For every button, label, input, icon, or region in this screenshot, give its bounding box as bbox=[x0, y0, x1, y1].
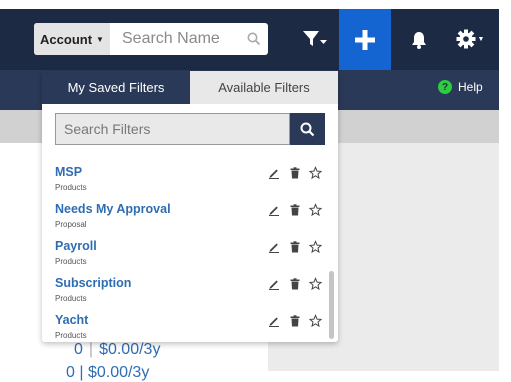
filter-name[interactable]: MSP bbox=[55, 165, 82, 179]
filter-name[interactable]: Subscription bbox=[55, 276, 131, 290]
saved-filters-dropdown: My Saved Filters Available Filters MSP P… bbox=[42, 71, 338, 342]
separator: | bbox=[88, 341, 94, 358]
star-icon[interactable] bbox=[309, 166, 322, 180]
caret-down-icon: ▼ bbox=[96, 34, 104, 44]
item-actions bbox=[267, 203, 322, 217]
trash-icon[interactable] bbox=[288, 314, 301, 328]
filter-name[interactable]: Needs My Approval bbox=[55, 202, 171, 216]
settings-button[interactable]: ▼ bbox=[452, 26, 488, 52]
search-icon bbox=[300, 122, 315, 136]
tab-available-filters[interactable]: Available Filters bbox=[190, 71, 338, 104]
summary-count[interactable]: 0 bbox=[74, 341, 83, 359]
filter-button[interactable] bbox=[300, 26, 330, 52]
item-actions bbox=[267, 166, 322, 180]
item-actions bbox=[267, 314, 322, 328]
edit-icon[interactable] bbox=[267, 277, 280, 291]
filter-type: Proposal bbox=[55, 220, 87, 229]
summary-row-partial: 0 | $0.00/3y bbox=[66, 364, 150, 381]
help-icon: ? bbox=[438, 80, 452, 94]
top-strip bbox=[0, 0, 511, 9]
list-item[interactable]: MSP Products bbox=[55, 163, 330, 200]
list-item[interactable]: Payroll Products bbox=[55, 237, 330, 274]
plus-icon bbox=[355, 29, 375, 50]
gear-icon bbox=[456, 29, 476, 49]
summary-row: 0 | $0.00/3y bbox=[74, 341, 160, 359]
filter-name[interactable]: Yacht bbox=[55, 313, 88, 327]
trash-icon[interactable] bbox=[288, 166, 301, 180]
filter-type: Products bbox=[55, 257, 87, 266]
star-icon[interactable] bbox=[309, 314, 322, 328]
bell-icon bbox=[412, 32, 426, 49]
summary-amount[interactable]: $0.00/3y bbox=[99, 341, 160, 359]
item-actions bbox=[267, 277, 322, 291]
edit-icon[interactable] bbox=[267, 166, 280, 180]
star-icon[interactable] bbox=[309, 203, 322, 217]
list-item[interactable]: Needs My Approval Proposal bbox=[55, 200, 330, 237]
filter-name[interactable]: Payroll bbox=[55, 239, 97, 253]
notifications-button[interactable] bbox=[406, 28, 432, 52]
help-label: Help bbox=[458, 80, 483, 94]
trash-icon[interactable] bbox=[288, 277, 301, 291]
edit-icon[interactable] bbox=[267, 314, 280, 328]
list-item[interactable]: Subscription Products bbox=[55, 274, 330, 311]
item-actions bbox=[267, 240, 322, 254]
filter-tabs: My Saved Filters Available Filters bbox=[42, 71, 338, 104]
search-name-input[interactable] bbox=[110, 23, 240, 55]
global-search: Account ▼ bbox=[34, 23, 268, 55]
trash-icon[interactable] bbox=[288, 240, 301, 254]
account-dropdown[interactable]: Account ▼ bbox=[34, 23, 110, 55]
tab-my-saved-filters[interactable]: My Saved Filters bbox=[42, 71, 190, 104]
edit-icon[interactable] bbox=[267, 240, 280, 254]
right-edge bbox=[499, 0, 511, 371]
search-icon[interactable] bbox=[240, 23, 268, 55]
search-filters-input[interactable] bbox=[55, 113, 290, 145]
filter-type: Products bbox=[55, 331, 87, 340]
filter-search bbox=[55, 113, 325, 145]
filter-type: Products bbox=[55, 183, 87, 192]
filter-icon bbox=[303, 31, 327, 46]
caret-down-icon: ▼ bbox=[477, 35, 485, 43]
add-button[interactable] bbox=[339, 9, 391, 70]
filter-type: Products bbox=[55, 294, 87, 303]
search-filters-button[interactable] bbox=[290, 113, 325, 145]
star-icon[interactable] bbox=[309, 240, 322, 254]
trash-icon[interactable] bbox=[288, 203, 301, 217]
list-item[interactable]: Yacht Products bbox=[55, 311, 330, 342]
saved-filter-list: MSP Products Needs My Approval Proposal … bbox=[55, 163, 330, 342]
scrollbar[interactable] bbox=[329, 271, 334, 339]
account-label: Account bbox=[40, 31, 93, 47]
star-icon[interactable] bbox=[309, 277, 322, 291]
help-link[interactable]: ? Help bbox=[438, 80, 483, 94]
edit-icon[interactable] bbox=[267, 203, 280, 217]
